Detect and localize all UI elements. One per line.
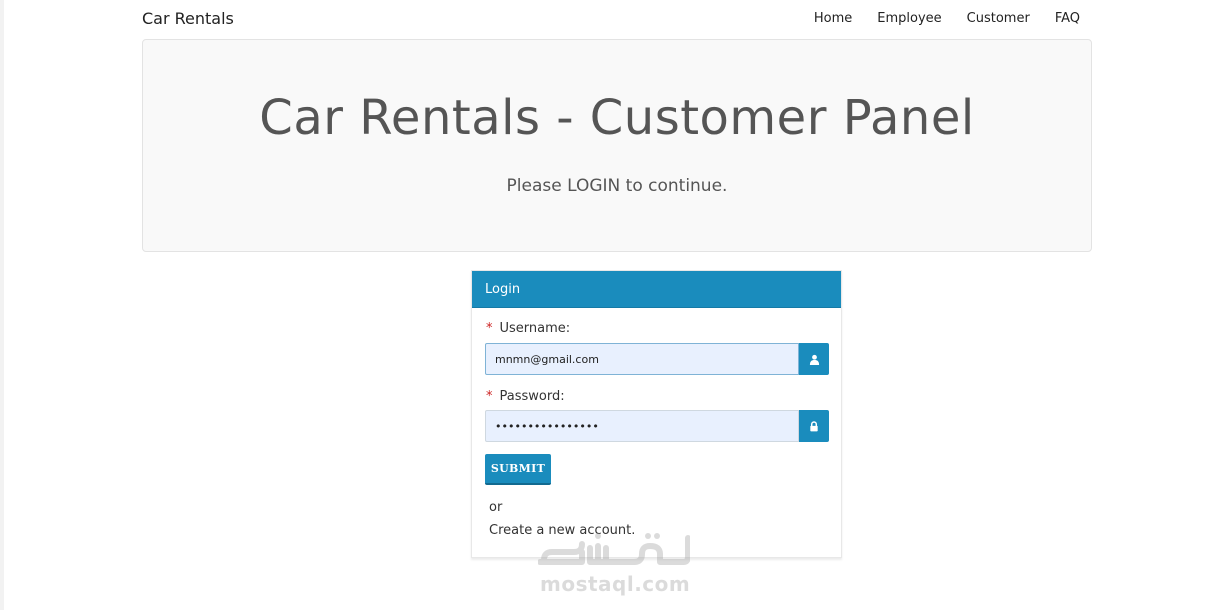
username-label-row: * Username: (486, 321, 570, 336)
left-edge (0, 0, 4, 610)
user-icon (799, 343, 829, 375)
nav-links: Home Employee Customer FAQ (789, 11, 1080, 26)
nav-link-employee[interactable]: Employee (877, 11, 941, 26)
create-account-link[interactable]: Create a new account. (489, 523, 635, 538)
page-title: Car Rentals - Customer Panel (259, 90, 975, 146)
jumbotron: Car Rentals - Customer Panel Please LOGI… (142, 39, 1092, 252)
password-label: Password: (499, 389, 565, 404)
nav-link-faq[interactable]: FAQ (1055, 11, 1080, 26)
username-input[interactable] (485, 343, 799, 375)
top-navbar: Car Rentals Home Employee Customer FAQ (142, 0, 1092, 38)
lock-icon (799, 410, 829, 442)
username-input-group (485, 343, 829, 375)
brand-link[interactable]: Car Rentals (142, 9, 234, 28)
watermark-text: mostaql.com (540, 572, 691, 596)
password-required-mark: * (486, 389, 493, 404)
password-label-row: * Password: (486, 389, 565, 404)
username-label: Username: (499, 321, 571, 336)
nav-link-home[interactable]: Home (814, 11, 852, 26)
username-required-mark: * (486, 321, 493, 336)
or-text: or (489, 500, 503, 515)
password-input-group (485, 410, 829, 442)
submit-button[interactable]: SUBMIT (485, 454, 551, 485)
page-subtitle: Please LOGIN to continue. (506, 176, 728, 196)
password-input[interactable] (485, 410, 799, 442)
login-panel: Login * Username: * Password: SUBMIT or Cr… (471, 270, 842, 558)
login-panel-heading: Login (472, 271, 841, 308)
nav-link-customer[interactable]: Customer (967, 11, 1030, 26)
